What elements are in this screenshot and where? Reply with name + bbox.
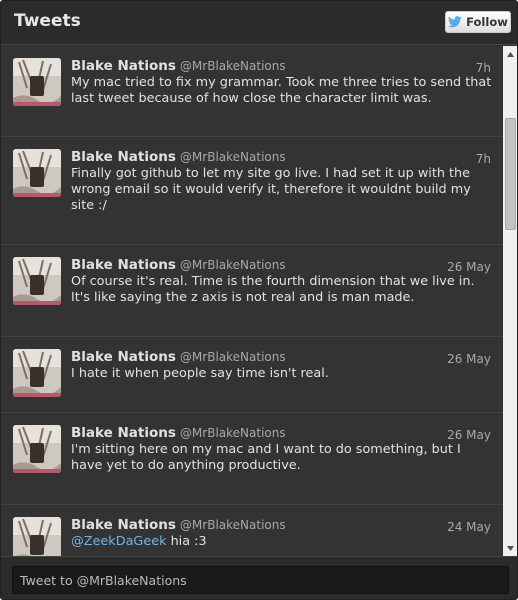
avatar-photo-icon	[13, 517, 61, 556]
scrollbar-thumb[interactable]	[505, 118, 516, 230]
follow-button[interactable]: Follow	[445, 11, 511, 33]
twitter-widget: Tweets Follow Blake Nations @MrBlakeNatio…	[0, 0, 518, 600]
tweet-time[interactable]: 7h	[476, 152, 491, 166]
avatar-photo-icon	[13, 425, 61, 473]
tweet-time[interactable]: 7h	[476, 61, 491, 75]
scroll-up-arrow[interactable]	[503, 46, 517, 62]
scroll-down-arrow[interactable]	[503, 540, 517, 556]
caret-down-icon	[507, 545, 514, 551]
avatar-photo-icon	[13, 149, 61, 197]
avatar[interactable]	[13, 149, 61, 197]
author-handle[interactable]: @MrBlakeNations	[180, 150, 286, 164]
follow-label: Follow	[466, 15, 508, 29]
tweet-text: @ZeekDaGeek hia :3	[71, 534, 493, 550]
avatar-photo-icon	[13, 349, 61, 397]
avatar[interactable]	[13, 517, 61, 556]
tweet-item[interactable]: Blake Nations @MrBlakeNations 7h Finally …	[1, 137, 503, 245]
avatar[interactable]	[13, 257, 61, 305]
author-handle[interactable]: @MrBlakeNations	[180, 518, 286, 532]
tweet-timeline[interactable]: Blake Nations @MrBlakeNations 7h My mac t…	[1, 46, 503, 556]
vertical-scrollbar[interactable]	[503, 46, 517, 556]
tweet-text: Of course it's real. Time is the fourth …	[71, 274, 475, 305]
author-handle[interactable]: @MrBlakeNations	[180, 426, 286, 440]
author-handle[interactable]: @MrBlakeNations	[180, 350, 286, 364]
author-handle[interactable]: @MrBlakeNations	[180, 59, 286, 73]
tweet-text-rest: hia :3	[166, 534, 207, 549]
widget-title: Tweets	[14, 11, 81, 31]
mention-link[interactable]: @ZeekDaGeek	[71, 534, 167, 549]
tweet-item[interactable]: Blake Nations @MrBlakeNations 26 May Of c…	[1, 245, 503, 337]
widget-header: Tweets Follow	[1, 1, 517, 45]
tweet-text: I'm sitting here on my mac and I want to…	[71, 442, 461, 473]
author-name[interactable]: Blake Nations @MrBlakeNations	[71, 425, 286, 441]
tweet-time[interactable]: 26 May	[447, 428, 491, 442]
avatar[interactable]	[13, 349, 61, 397]
avatar-photo-icon	[13, 257, 61, 305]
author-handle[interactable]: @MrBlakeNations	[180, 258, 286, 272]
tweet-time[interactable]: 26 May	[447, 260, 491, 274]
tweet-time[interactable]: 24 May	[447, 520, 491, 534]
tweet-item[interactable]: Blake Nations @MrBlakeNations 24 May @Zee…	[1, 505, 503, 556]
tweet-composer	[1, 556, 517, 599]
author-name[interactable]: Blake Nations @MrBlakeNations	[71, 149, 286, 165]
tweet-text: My mac tried to fix my grammar. Took me …	[71, 75, 492, 106]
twitter-bird-icon	[448, 16, 462, 28]
author-name[interactable]: Blake Nations @MrBlakeNations	[71, 349, 286, 365]
tweet-time[interactable]: 26 May	[447, 352, 491, 366]
author-name[interactable]: Blake Nations @MrBlakeNations	[71, 58, 286, 74]
avatar[interactable]	[13, 58, 61, 106]
tweet-text: I hate it when people say time isn't rea…	[71, 366, 329, 381]
caret-up-icon	[507, 51, 514, 57]
tweet-input[interactable]	[12, 566, 509, 594]
tweet-item[interactable]: Blake Nations @MrBlakeNations 7h My mac t…	[1, 46, 503, 137]
author-name[interactable]: Blake Nations @MrBlakeNations	[71, 517, 286, 533]
tweet-item[interactable]: Blake Nations @MrBlakeNations 26 May I ha…	[1, 337, 503, 413]
author-name[interactable]: Blake Nations @MrBlakeNations	[71, 257, 286, 273]
tweet-item[interactable]: Blake Nations @MrBlakeNations 26 May I'm …	[1, 413, 503, 505]
avatar-photo-icon	[13, 58, 61, 106]
avatar[interactable]	[13, 425, 61, 473]
tweet-text: Finally got github to let my site go liv…	[71, 166, 471, 213]
